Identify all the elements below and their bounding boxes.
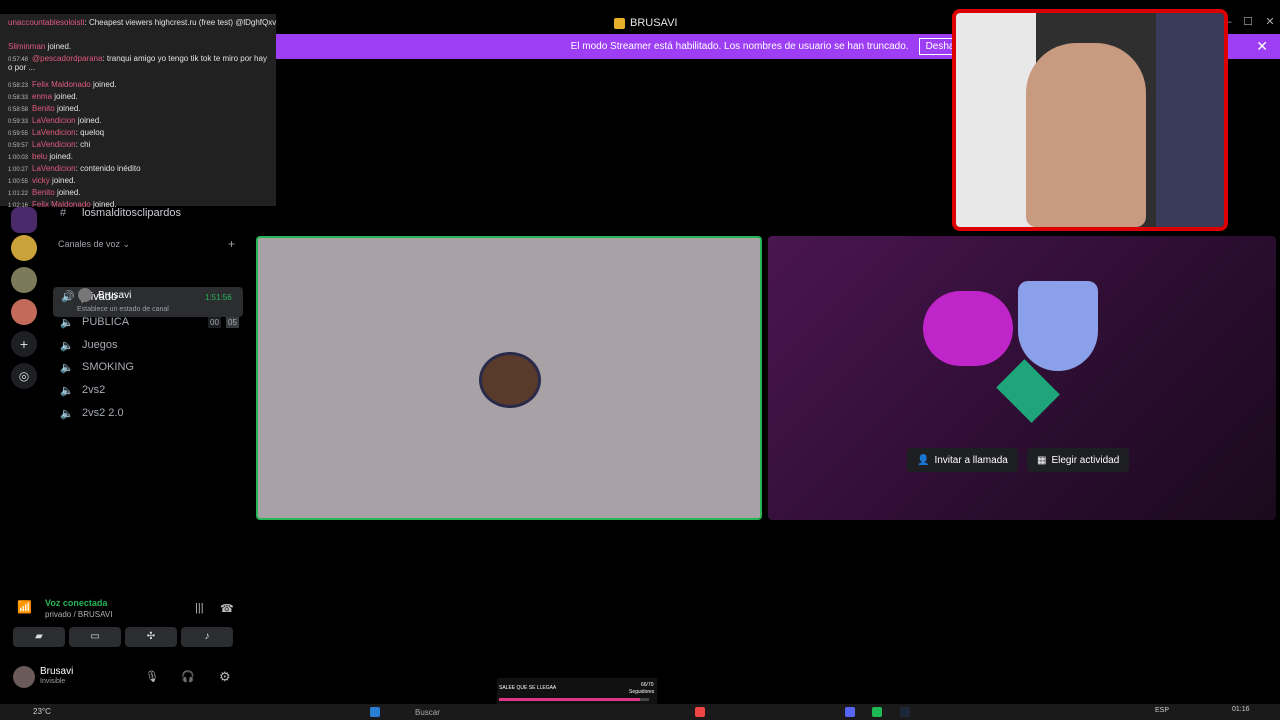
- headphones-icon[interactable]: 🎧: [181, 670, 195, 683]
- voice-member[interactable]: Brusavi: [78, 284, 131, 306]
- clock[interactable]: 01:16: [1232, 706, 1250, 713]
- camera-button[interactable]: ▰: [13, 627, 65, 647]
- close-icon[interactable]: ✕: [1262, 14, 1278, 30]
- server-icon-4[interactable]: [11, 299, 37, 325]
- language-indicator[interactable]: ESP: [1155, 707, 1169, 714]
- close-banner-icon[interactable]: ✕: [1256, 38, 1268, 55]
- screen-share-button[interactable]: ▭: [69, 627, 121, 647]
- speaker-icon: 🔊: [61, 291, 75, 303]
- chat-line: 0:58:33 enma joined.: [8, 92, 78, 101]
- speaker-icon: 🔈: [60, 339, 74, 352]
- shell-icon: [923, 291, 1013, 366]
- chat-line: 1:00:55 vicky joined.: [8, 176, 76, 185]
- server-icon: [614, 17, 625, 29]
- chat-line: 1:02:16 Felix Maldonado joined.: [8, 200, 117, 209]
- webcam-overlay: [952, 9, 1228, 231]
- voice-location[interactable]: privado / BRUSAVI: [45, 610, 112, 619]
- participant-tile-brusavi[interactable]: [256, 236, 762, 520]
- search-box[interactable]: Buscar: [415, 708, 440, 717]
- chair: [1156, 13, 1224, 227]
- add-user-icon: 👤: [917, 454, 930, 466]
- stream-chat-overlay: unaccountablesoloisti: Cheapest viewers …: [0, 14, 277, 209]
- username: Brusavi: [40, 666, 74, 677]
- banner-text: El modo Streamer está habilitado. Los no…: [570, 41, 909, 52]
- chat-line: 1:01:22 Benito joined.: [8, 188, 81, 197]
- server-list: + ◎: [0, 205, 48, 585]
- user-status: Invisible: [40, 678, 66, 685]
- follower-goal-widget: SALEE QUE SE LLEGAA 66/70 Seguidores: [497, 678, 657, 704]
- microphone-icon[interactable]: 🎙: [145, 670, 159, 683]
- trophy-icon: [1018, 281, 1098, 371]
- server-icon-2[interactable]: [11, 235, 37, 261]
- goal-progress-track: [499, 698, 649, 701]
- server-icon-3[interactable]: [11, 267, 37, 293]
- spotify-icon[interactable]: [872, 707, 882, 717]
- voice-channel-publica[interactable]: 🔈 PUBLICA 00 05: [54, 311, 239, 333]
- chat-line: 1:00:27 LaVendicion: contenido inédito: [8, 164, 141, 173]
- noise-suppression-icon[interactable]: |||: [195, 602, 204, 614]
- chat-line: 0:57:48 @pescadordparana: tranqui amigo y…: [8, 54, 267, 72]
- user-panel: 📶 Voz conectada privado / BRUSAVI ||| ☎ …: [5, 590, 245, 688]
- chrome-icon[interactable]: [695, 707, 705, 717]
- activity-icon: ▦: [1037, 454, 1047, 466]
- maximize-icon[interactable]: ☐: [1240, 14, 1256, 30]
- speaker-icon: 🔈: [60, 361, 74, 374]
- invite-to-call-button[interactable]: 👤 Invitar a llamada: [907, 448, 1018, 472]
- chat-line: 0:58:23 Felix Maldonado joined.: [8, 80, 117, 89]
- disconnect-icon[interactable]: ☎: [220, 602, 234, 615]
- chat-line: 0:59:33 LaVendicion joined.: [8, 116, 102, 125]
- flag-background: [956, 13, 1036, 227]
- discord-icon[interactable]: [845, 707, 855, 717]
- activities-button[interactable]: ✣: [125, 627, 177, 647]
- discover-icon[interactable]: ◎: [11, 363, 37, 389]
- add-server-icon[interactable]: +: [11, 331, 37, 357]
- add-channel-icon[interactable]: +: [228, 237, 235, 251]
- voice-channel-smoking[interactable]: 🔈 SMOKING: [54, 356, 134, 378]
- weather-temp[interactable]: 23°C: [33, 707, 51, 716]
- voice-channel-2vs2[interactable]: 🔈 2vs2: [54, 379, 105, 401]
- signal-icon: 📶: [17, 600, 32, 614]
- soundboard-button[interactable]: ♪: [181, 627, 233, 647]
- chat-line: Sliminman joined.: [8, 42, 72, 51]
- activity-tile: [768, 236, 1276, 520]
- voice-connected-label[interactable]: Voz conectada: [45, 598, 107, 608]
- speaker-icon: 🔈: [60, 384, 74, 397]
- gear-icon[interactable]: ⚙: [219, 669, 231, 685]
- chat-line: unaccountablesoloisti: Cheapest viewers …: [8, 18, 277, 27]
- start-icon[interactable]: [370, 707, 380, 717]
- goal-progress-fill: [499, 698, 641, 701]
- avatar[interactable]: [13, 666, 35, 688]
- steam-icon[interactable]: [900, 707, 910, 717]
- chat-line: 1:00:03 belu joined.: [8, 152, 73, 161]
- speaker-icon: 🔈: [60, 316, 74, 329]
- chat-line: 0:59:55 LaVendicion: queloq: [8, 128, 105, 137]
- voice-channel-juegos[interactable]: 🔈 Juegos: [54, 334, 117, 356]
- voice-section-header[interactable]: Canales de voz ⌄ +: [58, 237, 235, 251]
- window-title: BRUSAVI: [614, 17, 677, 29]
- taskbar: 23°C Buscar ESP 01:16: [0, 704, 1280, 720]
- chat-line: 0:58:58 Benito joined.: [8, 104, 81, 113]
- chat-line: 0:59:57 LaVendicion: chi: [8, 140, 91, 149]
- speaker-icon: 🔈: [60, 407, 74, 420]
- streamer-figure: [1026, 43, 1146, 227]
- voice-channel-2vs2-2[interactable]: 🔈 2vs2 2.0: [54, 402, 124, 424]
- avatar: [479, 352, 541, 408]
- channel-timer: 1:51:56: [205, 293, 232, 302]
- avatar: [78, 288, 92, 302]
- server-icon-brusavi[interactable]: [11, 207, 37, 233]
- choose-activity-button[interactable]: ▦ Elegir actividad: [1027, 448, 1130, 472]
